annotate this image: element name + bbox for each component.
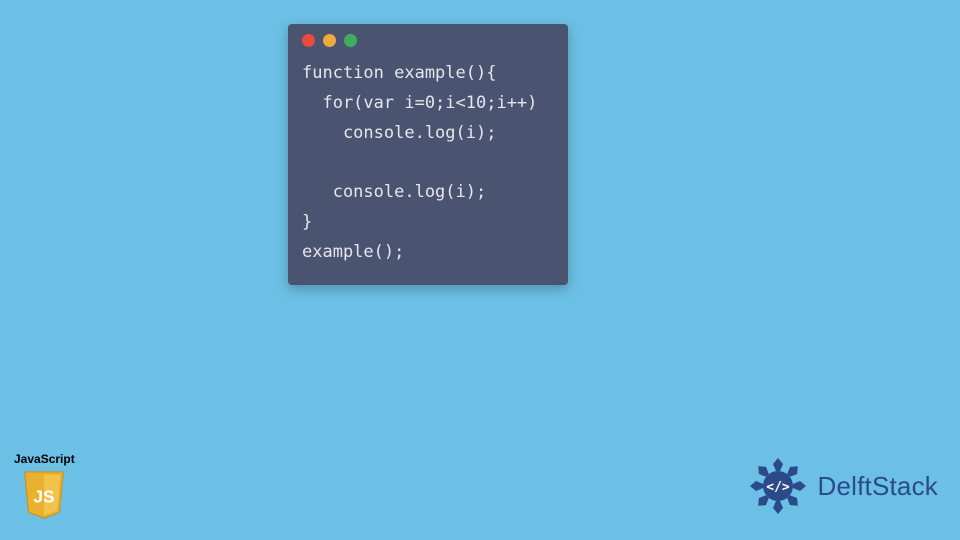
brand: </> DelftStack (748, 456, 939, 516)
svg-text:JS: JS (34, 487, 55, 507)
js-shield-icon: JS (20, 470, 68, 520)
code-card: function example(){ for(var i=0;i<10;i++… (288, 24, 568, 285)
minimize-dot-icon (323, 34, 336, 47)
traffic-lights (302, 34, 554, 47)
code-block: function example(){ for(var i=0;i<10;i++… (302, 59, 554, 267)
svg-text:</>: </> (766, 480, 790, 495)
javascript-badge: JavaScript JS (14, 452, 75, 520)
close-dot-icon (302, 34, 315, 47)
maximize-dot-icon (344, 34, 357, 47)
brand-name: DelftStack (818, 471, 939, 502)
js-badge-label: JavaScript (14, 452, 75, 466)
brand-logo-icon: </> (748, 456, 808, 516)
